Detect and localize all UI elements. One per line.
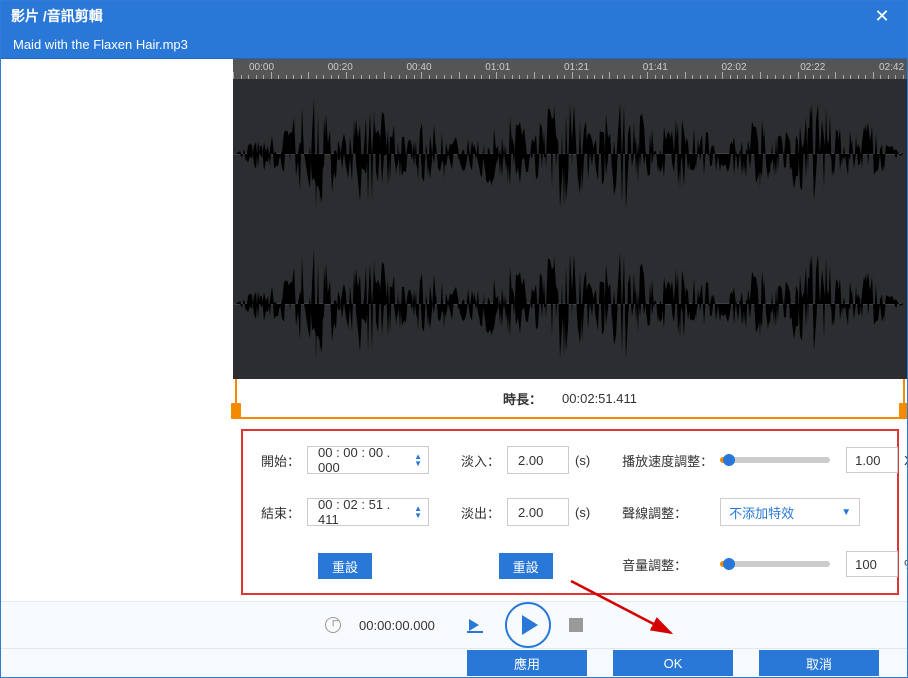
ok-button[interactable]: OK: [613, 650, 733, 676]
seconds-unit: (s): [575, 505, 590, 520]
volume-slider[interactable]: [720, 561, 830, 567]
end-time-input[interactable]: 00 : 02 : 51 . 411 ▲▼: [307, 498, 429, 526]
clock-icon: [325, 617, 341, 633]
ruler-tick: 00:20: [328, 62, 353, 73]
play-button[interactable]: [505, 602, 551, 648]
ruler-tick: 01:01: [485, 62, 510, 73]
speed-unit: X: [904, 453, 907, 468]
speed-label: 播放速度調整：: [622, 451, 714, 470]
ruler-tick: 02:42: [879, 62, 904, 73]
speed-slider[interactable]: [720, 457, 830, 463]
duration-value: 00:02:51.411: [562, 391, 637, 406]
stop-button[interactable]: [569, 618, 583, 632]
seconds-unit: (s): [575, 453, 590, 468]
window: 影片 /音訊剪輯 ✕ Maid with the Flaxen Hair.mp3…: [0, 0, 908, 678]
ruler-tick: 02:22: [800, 62, 825, 73]
fadein-label: 淡入：: [461, 451, 501, 470]
end-label: 結束：: [261, 503, 301, 522]
cancel-button[interactable]: 取消: [759, 650, 879, 676]
transport-bar: 00:00:00.000: [1, 601, 907, 648]
set-out-point-icon[interactable]: [467, 617, 487, 633]
start-label: 開始：: [261, 451, 301, 470]
duration-label: 時長：: [503, 389, 542, 408]
file-list: [1, 59, 233, 419]
reset-fade-button[interactable]: 重設: [499, 553, 553, 579]
play-icon: [522, 615, 538, 635]
audio-effect-select[interactable]: 不添加特效 ▼: [720, 498, 860, 526]
ruler-tick: 01:21: [564, 62, 589, 73]
ruler-tick: 02:02: [722, 62, 747, 73]
ruler-tick: 00:40: [407, 62, 432, 73]
file-name[interactable]: Maid with the Flaxen Hair.mp3: [13, 37, 238, 52]
speed-input[interactable]: 1.00: [846, 447, 898, 473]
time-ruler[interactable]: 00:0000:2000:4001:0101:2101:4102:0202:22…: [233, 59, 907, 79]
fadeout-input[interactable]: 2.00: [507, 498, 569, 526]
trim-handle-left[interactable]: [231, 403, 241, 419]
fadeout-label: 淡出：: [461, 503, 501, 522]
waveform[interactable]: [233, 79, 907, 379]
volume-input[interactable]: 100: [846, 551, 898, 577]
edit-controls: 開始： 00 : 00 : 00 . 000 ▲▼ 結束： 00 : 02 : …: [241, 429, 899, 595]
start-time-input[interactable]: 00 : 00 : 00 . 000 ▲▼: [307, 446, 429, 474]
trim-handle-right[interactable]: [899, 403, 907, 419]
title-bar: 影片 /音訊剪輯 ✕: [1, 1, 907, 31]
volume-unit: %: [904, 557, 907, 572]
file-bar: Maid with the Flaxen Hair.mp3: [1, 31, 907, 59]
spinner-arrows-icon[interactable]: ▲▼: [414, 505, 422, 519]
volume-label: 音量調整：: [622, 555, 714, 574]
close-icon[interactable]: ✕: [867, 1, 897, 31]
audio-effect-label: 聲線調整：: [622, 503, 714, 522]
fadein-input[interactable]: 2.00: [507, 446, 569, 474]
spinner-arrows-icon[interactable]: ▲▼: [414, 453, 422, 467]
selection-range[interactable]: 時長： 00:02:51.411: [235, 379, 905, 419]
reset-time-button[interactable]: 重設: [318, 553, 372, 579]
chevron-down-icon: ▼: [841, 507, 851, 518]
playhead-time: 00:00:00.000: [359, 618, 449, 633]
apply-button[interactable]: 應用: [467, 650, 587, 676]
window-title: 影片 /音訊剪輯: [11, 6, 867, 26]
footer: 應用 OK 取消: [1, 648, 907, 677]
